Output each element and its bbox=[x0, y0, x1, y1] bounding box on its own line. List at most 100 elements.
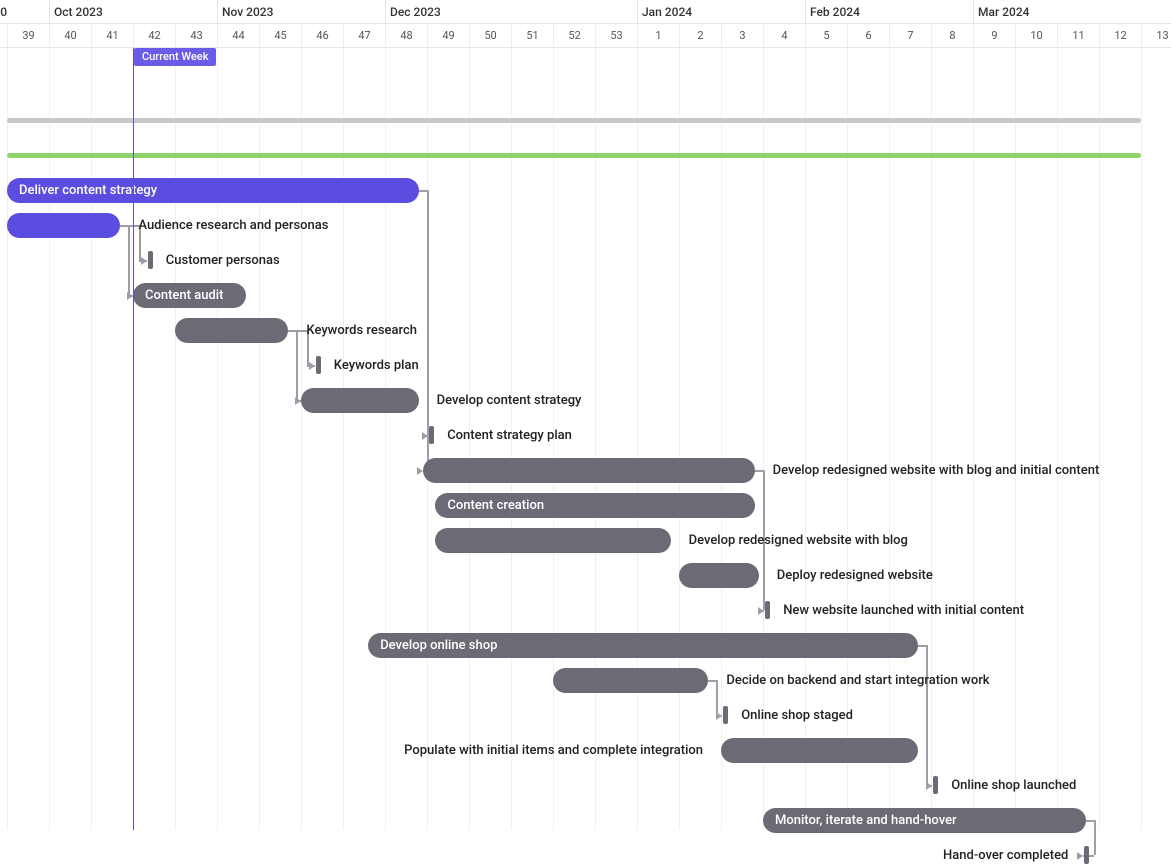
week-header: 11 bbox=[1057, 24, 1099, 48]
week-header: 5 bbox=[805, 24, 847, 48]
grid-line bbox=[217, 48, 218, 830]
gantt-bar[interactable]: Develop online shop bbox=[368, 633, 918, 658]
milestone[interactable] bbox=[765, 601, 770, 619]
milestone-label: Hand-over completed bbox=[0, 843, 1068, 868]
grid-line bbox=[1099, 48, 1100, 830]
week-header: 42 bbox=[133, 24, 175, 48]
dependency-line bbox=[288, 330, 296, 332]
dependency-arrow-icon bbox=[141, 257, 147, 265]
dependency-arrow-icon bbox=[716, 712, 722, 720]
grid-line bbox=[301, 48, 302, 830]
dependency-line bbox=[296, 330, 298, 400]
grid-line bbox=[931, 48, 932, 830]
week-header: 46 bbox=[301, 24, 343, 48]
milestone[interactable] bbox=[1084, 846, 1089, 864]
week-header: 44 bbox=[217, 24, 259, 48]
milestone-label: Keywords plan bbox=[334, 353, 419, 378]
milestone-label: Content strategy plan bbox=[447, 423, 572, 448]
dependency-line bbox=[1086, 820, 1094, 822]
month-header: Jan 2024 bbox=[637, 0, 805, 24]
week-header: 7 bbox=[889, 24, 931, 48]
gantt-bar[interactable] bbox=[175, 318, 288, 343]
timeline-header: Sep 2023Oct 2023Nov 2023Dec 2023Jan 2024… bbox=[0, 0, 1171, 48]
dependency-line bbox=[716, 680, 718, 715]
current-week-badge[interactable]: Current Week bbox=[134, 48, 216, 66]
gantt-bar-label: Populate with initial items and complete… bbox=[0, 738, 703, 763]
dependency-arrow-icon bbox=[417, 467, 423, 475]
gantt-bar[interactable] bbox=[7, 213, 120, 238]
dependency-line bbox=[120, 225, 128, 227]
dependency-line bbox=[120, 225, 138, 227]
dependency-line bbox=[755, 470, 763, 472]
current-week-line bbox=[133, 48, 134, 830]
week-header: 52 bbox=[553, 24, 595, 48]
week-header: 1 bbox=[637, 24, 679, 48]
gantt-bar-label: Develop redesigned website with blog bbox=[689, 528, 908, 553]
week-header: 13 bbox=[1141, 24, 1171, 48]
grid-line bbox=[973, 48, 974, 830]
grid-line bbox=[385, 48, 386, 830]
dependency-line bbox=[419, 190, 427, 192]
week-header: 47 bbox=[343, 24, 385, 48]
milestone[interactable] bbox=[316, 356, 321, 374]
gantt-bar[interactable] bbox=[301, 388, 419, 413]
summary-bar[interactable] bbox=[7, 118, 1141, 123]
gantt-bar-label: Develop content strategy bbox=[437, 388, 582, 413]
week-header: 50 bbox=[469, 24, 511, 48]
grid-line bbox=[679, 48, 680, 830]
gantt-bar-label: Monitor, iterate and hand-hover bbox=[775, 808, 957, 833]
week-header: 45 bbox=[259, 24, 301, 48]
grid-line bbox=[637, 48, 638, 830]
week-header: 40 bbox=[49, 24, 91, 48]
week-header: 9 bbox=[973, 24, 1015, 48]
gantt-bar-label: Deploy redesigned website bbox=[777, 563, 933, 588]
gantt-bar[interactable]: Content audit bbox=[133, 283, 246, 308]
milestone-label: New website launched with initial conten… bbox=[783, 598, 1024, 623]
milestone[interactable] bbox=[148, 251, 153, 269]
gantt-bar[interactable]: Monitor, iterate and hand-hover bbox=[763, 808, 1086, 833]
week-header: 51 bbox=[511, 24, 553, 48]
month-header: Oct 2023 bbox=[49, 0, 217, 24]
month-header: Mar 2024 bbox=[973, 0, 1141, 24]
week-header: 53 bbox=[595, 24, 637, 48]
dependency-line bbox=[288, 330, 306, 332]
summary-bar[interactable] bbox=[7, 153, 1141, 158]
gantt-bar[interactable] bbox=[679, 563, 759, 588]
grid-line bbox=[1141, 48, 1142, 830]
dependency-arrow-icon bbox=[1077, 852, 1083, 860]
grid-line bbox=[91, 48, 92, 830]
gantt-bar[interactable]: Content creation bbox=[435, 493, 754, 518]
grid-line bbox=[7, 48, 8, 830]
milestone[interactable] bbox=[933, 776, 938, 794]
week-header: 10 bbox=[1015, 24, 1057, 48]
week-row: 3940414243444546474849505152531234567891… bbox=[0, 24, 1171, 48]
gantt-bar-label: Audience research and personas bbox=[138, 213, 328, 238]
week-header: 6 bbox=[847, 24, 889, 48]
gantt-bar-label: Keywords research bbox=[306, 318, 417, 343]
milestone[interactable] bbox=[429, 426, 434, 444]
grid-line bbox=[175, 48, 176, 830]
grid-line bbox=[343, 48, 344, 830]
gantt-bar-label: Decide on backend and start integration … bbox=[726, 668, 989, 693]
gantt-bar-label: Deliver content strategy bbox=[19, 178, 157, 203]
grid-line bbox=[259, 48, 260, 830]
gantt-bar[interactable] bbox=[435, 528, 670, 553]
gantt-bar[interactable] bbox=[423, 458, 755, 483]
week-header: 12 bbox=[1099, 24, 1141, 48]
gantt-bar[interactable] bbox=[721, 738, 918, 763]
dependency-line bbox=[926, 645, 928, 785]
dependency-arrow-icon bbox=[309, 362, 315, 370]
gantt-chart-body[interactable]: Deliver content strategy Audience researc… bbox=[0, 48, 1171, 830]
milestone[interactable] bbox=[723, 706, 728, 724]
grid-line bbox=[595, 48, 596, 830]
week-header: 48 bbox=[385, 24, 427, 48]
gantt-bar[interactable]: Deliver content strategy bbox=[7, 178, 419, 203]
week-header: 49 bbox=[427, 24, 469, 48]
gantt-bar-label: Develop redesigned website with blog and… bbox=[773, 458, 1100, 483]
week-header: 39 bbox=[7, 24, 49, 48]
dependency-line bbox=[708, 680, 716, 682]
milestone-label: Customer personas bbox=[166, 248, 280, 273]
month-header: Nov 2023 bbox=[217, 0, 385, 24]
gantt-bar[interactable] bbox=[553, 668, 708, 693]
dependency-line bbox=[1094, 820, 1096, 855]
